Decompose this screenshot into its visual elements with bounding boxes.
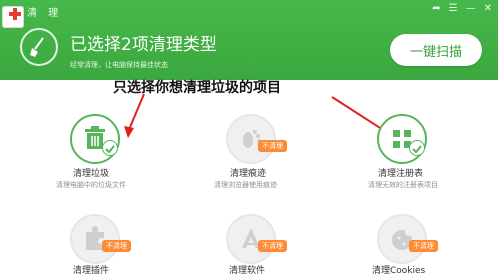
item-label: 清理注册表 bbox=[378, 169, 424, 179]
item-label: 清理Cookies bbox=[372, 266, 426, 276]
status-badge: 不清理 bbox=[102, 240, 131, 252]
item-label: 清理痕迹 bbox=[230, 169, 267, 179]
software-icon[interactable] bbox=[226, 214, 276, 264]
item-desc: 清理无效的注册表项目 bbox=[368, 181, 438, 189]
close-icon[interactable]: ✕ bbox=[484, 3, 492, 14]
footprint-icon[interactable] bbox=[226, 114, 276, 164]
broom-icon bbox=[20, 28, 58, 66]
scan-button[interactable]: 一键扫描 bbox=[390, 34, 482, 66]
window-controls: ➦ ☰ — ✕ bbox=[432, 3, 492, 14]
app-logo-icon bbox=[2, 6, 24, 28]
cookie-icon[interactable] bbox=[377, 214, 427, 264]
item-label: 清理垃圾 bbox=[73, 169, 110, 179]
item-desc: 清理浏览器使用痕迹 bbox=[214, 181, 277, 189]
status-badge: 不清理 bbox=[409, 240, 438, 252]
menu-icon[interactable]: ☰ bbox=[449, 3, 458, 14]
minimize-icon[interactable]: — bbox=[466, 3, 476, 14]
selected-check-icon bbox=[102, 140, 118, 156]
status-badge: 不清理 bbox=[258, 240, 287, 252]
window-title: 清 理 bbox=[27, 8, 63, 19]
share-icon[interactable]: ➦ bbox=[432, 3, 440, 14]
subline-text: 经常清理，让电脑保持最佳状态 bbox=[70, 61, 168, 69]
item-desc: 清理电脑中的垃圾文件 bbox=[56, 181, 126, 189]
selected-check-icon bbox=[409, 140, 425, 156]
plugin-icon[interactable] bbox=[70, 214, 120, 264]
status-badge: 不清理 bbox=[258, 140, 287, 152]
item-label: 清理插件 bbox=[73, 266, 110, 276]
headline-text: 已选择2项清理类型 bbox=[70, 35, 217, 55]
annotation-arrow-left bbox=[124, 93, 145, 138]
item-label: 清理软件 bbox=[229, 266, 266, 276]
